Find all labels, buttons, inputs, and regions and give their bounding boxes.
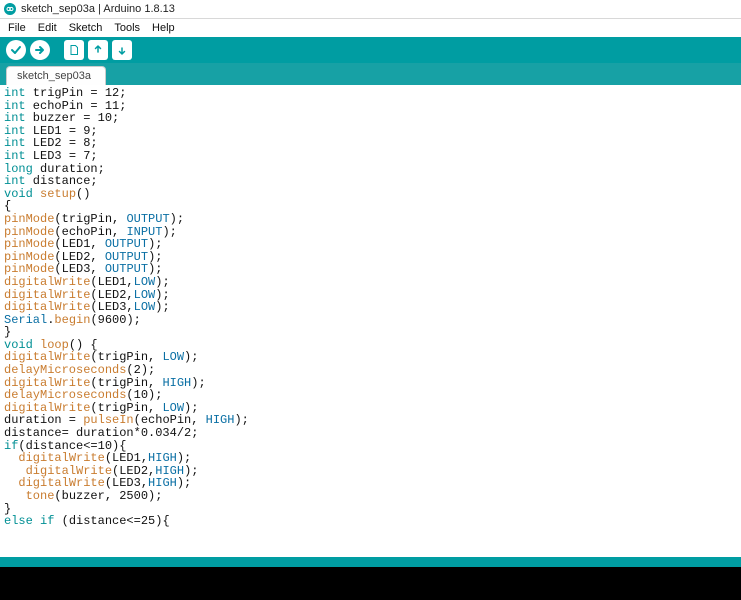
code-line: long duration; [4, 163, 737, 176]
code-line: int LED1 = 9; [4, 125, 737, 138]
console-divider [0, 557, 741, 567]
code-line: void setup() [4, 188, 737, 201]
open-sketch-button[interactable] [88, 40, 108, 60]
menu-sketch[interactable]: Sketch [65, 21, 107, 35]
code-line: int LED2 = 8; [4, 137, 737, 150]
code-line: int distance; [4, 175, 737, 188]
console-output [0, 567, 741, 600]
code-line: Serial.begin(9600); [4, 314, 737, 327]
code-editor[interactable]: int trigPin = 12;int echoPin = 11;int bu… [0, 85, 741, 557]
menu-bar: File Edit Sketch Tools Help [0, 19, 741, 37]
code-line: tone(buzzer, 2500); [4, 490, 737, 503]
code-line: else if (distance<=25){ [4, 515, 737, 528]
window-title: sketch_sep03a | Arduino 1.8.13 [21, 3, 175, 15]
menu-help[interactable]: Help [148, 21, 179, 35]
title-bar: sketch_sep03a | Arduino 1.8.13 [0, 0, 741, 19]
save-sketch-button[interactable] [112, 40, 132, 60]
toolbar-group-file [64, 40, 132, 60]
toolbar [0, 37, 741, 63]
arduino-app-icon [4, 3, 16, 15]
toolbar-group-compile [6, 40, 50, 60]
menu-edit[interactable]: Edit [34, 21, 61, 35]
upload-button[interactable] [30, 40, 50, 60]
code-line: } [4, 326, 737, 339]
verify-button[interactable] [6, 40, 26, 60]
code-line: int LED3 = 7; [4, 150, 737, 163]
code-line: int buzzer = 10; [4, 112, 737, 125]
sketch-tab[interactable]: sketch_sep03a [6, 66, 106, 85]
menu-tools[interactable]: Tools [110, 21, 144, 35]
tab-strip: sketch_sep03a [0, 63, 741, 85]
menu-file[interactable]: File [4, 21, 30, 35]
new-sketch-button[interactable] [64, 40, 84, 60]
